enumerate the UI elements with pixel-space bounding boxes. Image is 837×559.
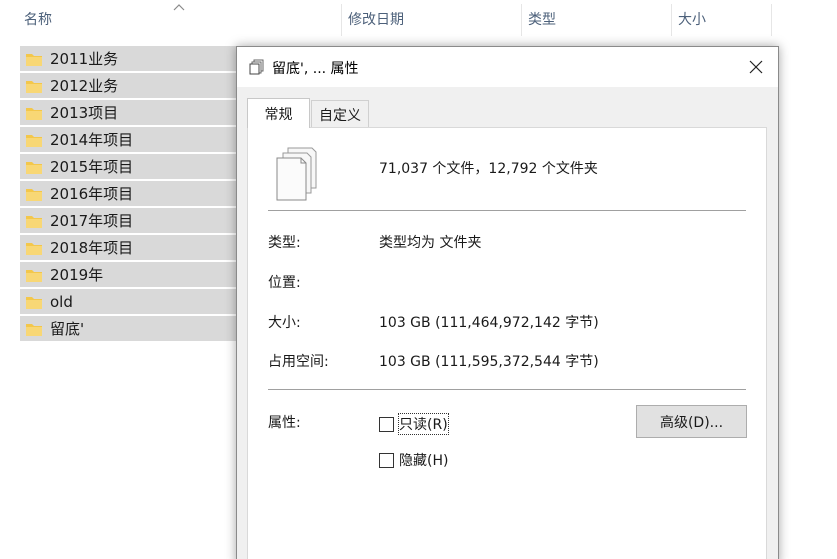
file-name: 2018年项目	[50, 239, 134, 257]
file-name: 2014年项目	[50, 131, 134, 149]
close-button[interactable]	[734, 47, 778, 87]
folder-icon	[26, 242, 42, 255]
folder-icon	[26, 161, 42, 174]
folder-icon	[26, 215, 42, 228]
folder-icon	[26, 296, 42, 309]
divider	[268, 389, 746, 390]
folder-icon	[26, 269, 42, 282]
type-value: 类型均为 文件夹	[379, 235, 482, 251]
type-label: 类型:	[268, 235, 301, 251]
readonly-checkbox[interactable]: 只读(R)	[379, 413, 449, 435]
size-label: 大小:	[268, 315, 301, 331]
folder-icon	[26, 188, 42, 201]
tab-general-label: 常规	[264, 106, 293, 123]
screen: 名称 修改日期 类型 大小 2011业务 2012业务 2013项目 2014年…	[0, 0, 837, 559]
file-name: 2013项目	[50, 104, 119, 122]
tab-custom[interactable]: 自定义	[311, 100, 369, 128]
hidden-label[interactable]: 隐藏(H)	[399, 450, 448, 470]
dialog-title: 留底', ... 属性	[272, 61, 359, 77]
disk-size-label: 占用空间:	[268, 354, 329, 370]
advanced-button-label: 高级(D)...	[659, 414, 724, 431]
location-label: 位置:	[268, 275, 301, 291]
column-header-size[interactable]: 大小	[674, 0, 770, 38]
folder-icon	[26, 107, 42, 120]
properties-dialog: 留底', ... 属性 常规 自定义 71,037 个文件，12,792 个文件…	[236, 46, 779, 559]
hidden-checkbox-box[interactable]	[379, 452, 394, 468]
disk-size-value: 103 GB (111,595,372,544 字节)	[379, 354, 599, 370]
column-divider[interactable]	[671, 4, 672, 36]
sort-ascending-icon	[173, 4, 185, 11]
advanced-button[interactable]: 高级(D)...	[636, 405, 747, 438]
column-divider[interactable]	[521, 4, 522, 36]
folder-icon	[26, 323, 42, 336]
file-name: 2019年	[50, 266, 104, 284]
general-panel: 71,037 个文件，12,792 个文件夹 类型: 类型均为 文件夹 位置: …	[247, 127, 767, 559]
folder-icon	[26, 80, 42, 93]
readonly-checkbox-box[interactable]	[379, 416, 394, 432]
divider	[268, 210, 746, 211]
column-modified-label: 修改日期	[348, 12, 404, 28]
file-name: 2011业务	[50, 50, 119, 68]
file-name: 留底'	[50, 320, 85, 338]
column-divider[interactable]	[771, 4, 772, 36]
folder-icon	[26, 134, 42, 147]
file-count-summary: 71,037 个文件，12,792 个文件夹	[379, 161, 598, 177]
column-size-label: 大小	[678, 12, 706, 28]
file-name: 2017年项目	[50, 212, 134, 230]
column-type-label: 类型	[528, 12, 556, 28]
column-divider[interactable]	[341, 4, 342, 36]
column-header-type[interactable]: 类型	[524, 0, 670, 38]
tab-general[interactable]: 常规	[247, 98, 310, 128]
size-value: 103 GB (111,464,972,142 字节)	[379, 315, 599, 331]
file-name: 2016年项目	[50, 185, 134, 203]
multiple-documents-icon	[276, 147, 317, 201]
column-name-label: 名称	[24, 12, 52, 28]
readonly-label[interactable]: 只读(R)	[398, 413, 449, 435]
close-icon	[749, 60, 763, 74]
hidden-checkbox[interactable]: 隐藏(H)	[379, 450, 448, 470]
file-name: old	[50, 292, 73, 311]
folder-icon	[26, 53, 42, 66]
file-name: 2012业务	[50, 77, 119, 95]
dialog-titlebar[interactable]: 留底', ... 属性	[237, 47, 778, 87]
attributes-label: 属性:	[268, 415, 301, 431]
tab-custom-label: 自定义	[319, 107, 361, 124]
multiple-files-icon	[249, 59, 264, 75]
column-header-modified[interactable]: 修改日期	[344, 0, 520, 38]
file-name: 2015年项目	[50, 158, 134, 176]
